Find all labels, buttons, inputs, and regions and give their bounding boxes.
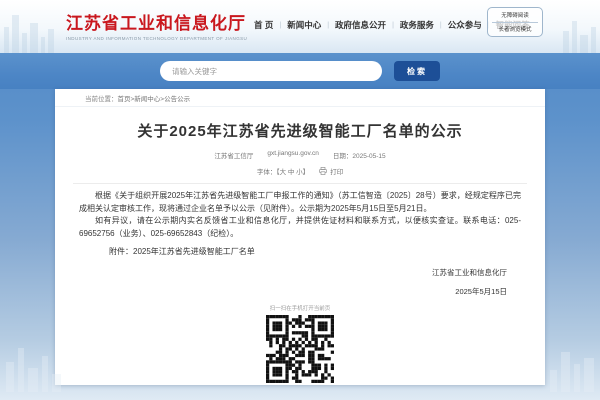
skyline-decoration-bottom-right	[550, 352, 594, 392]
signature-date: 2025年5月15日	[455, 287, 507, 296]
site-logo-subtitle: INDUSTRY AND INFORMATION TECHNOLOGY DEPA…	[66, 36, 248, 41]
font-size-control[interactable]: 字体：【大 中 小】	[257, 166, 309, 176]
accessibility-reading-button[interactable]: 无障碍阅读	[488, 8, 542, 22]
printer-icon	[319, 167, 327, 175]
nav-item-participation[interactable]: 公众参与	[448, 19, 482, 31]
article-toolbar: 字体：【大 中 小】 打印	[55, 166, 545, 176]
article-title: 关于2025年江苏省先进级智能工厂名单的公示	[137, 123, 463, 140]
breadcrumb: 当前位置： 首页>新闻中心>公告公示	[55, 89, 545, 107]
accessibility-box: 无障碍阅读 长者浏览模式	[487, 7, 543, 37]
nav-item-news[interactable]: 新闻中心	[287, 19, 321, 31]
article-paragraph-1: 根据《关于组织开展2025年江苏省先进级智能工厂申报工作的通知》（苏工信智造〔2…	[79, 191, 521, 213]
article-paragraph-2: 如有异议，请在公示期内实名反馈省工业和信息化厅，并提供佐证材料和联系方式，以便核…	[79, 216, 521, 238]
qr-code	[266, 315, 334, 383]
site-logo-title: 江苏省工业和信息化厅	[66, 14, 246, 33]
search-band: 检索	[0, 53, 600, 89]
content-card: 当前位置： 首页>新闻中心>公告公示 关于2025年江苏省先进级智能工厂名单的公…	[55, 89, 545, 385]
site-header: 江苏省工业和信息化厅 INDUSTRY AND INFORMATION TECH…	[0, 0, 600, 53]
article-body: 根据《关于组织开展2025年江苏省先进级智能工厂申报工作的通知》（苏工信智造〔2…	[55, 190, 545, 240]
nav-separator: |	[279, 21, 282, 29]
qr-caption: 扫一扫在手机打开当前页	[269, 306, 331, 312]
site-logo[interactable]: 江苏省工业和信息化厅 INDUSTRY AND INFORMATION TECH…	[66, 9, 247, 41]
print-button[interactable]: 打印	[319, 166, 343, 176]
meta-divider	[73, 183, 527, 184]
nav-separator: |	[439, 21, 442, 29]
nav-item-services[interactable]: 政务服务	[400, 19, 434, 31]
article-meta: 江苏省工信厅 gxt.jiangsu.gov.cn 日期：2025-05-15	[55, 150, 545, 160]
page: 江苏省工业和信息化厅 INDUSTRY AND INFORMATION TECH…	[0, 0, 600, 400]
attachment-link[interactable]: 附件：2025年江苏省先进级智能工厂名单	[55, 246, 545, 257]
skyline-decoration-bottom-left	[6, 348, 61, 392]
article-website: gxt.jiangsu.gov.cn	[267, 150, 319, 157]
search-button[interactable]: 检索	[394, 61, 440, 81]
breadcrumb-path[interactable]: 首页>新闻中心>公告公示	[118, 93, 191, 103]
search-input[interactable]	[160, 61, 382, 81]
print-label: 打印	[330, 169, 344, 176]
qr-section: 扫一扫在手机打开当前页	[55, 304, 545, 383]
signature-organization: 江苏省工业和信息化厅	[432, 268, 507, 277]
nav-separator: |	[392, 21, 394, 29]
article-date: 日期：2025-05-15	[332, 153, 386, 160]
elder-mode-button[interactable]: 长者浏览模式	[488, 23, 542, 37]
nav-item-home[interactable]: 首 页	[254, 19, 273, 31]
skyline-decoration-right	[563, 21, 596, 53]
nav-item-info-disclosure[interactable]: 政府信息公开	[335, 19, 386, 31]
breadcrumb-label: 当前位置：	[85, 95, 118, 103]
article-source: 江苏省工信厅	[214, 153, 254, 160]
nav-separator: |	[327, 21, 330, 29]
skyline-decoration-left	[4, 15, 54, 53]
